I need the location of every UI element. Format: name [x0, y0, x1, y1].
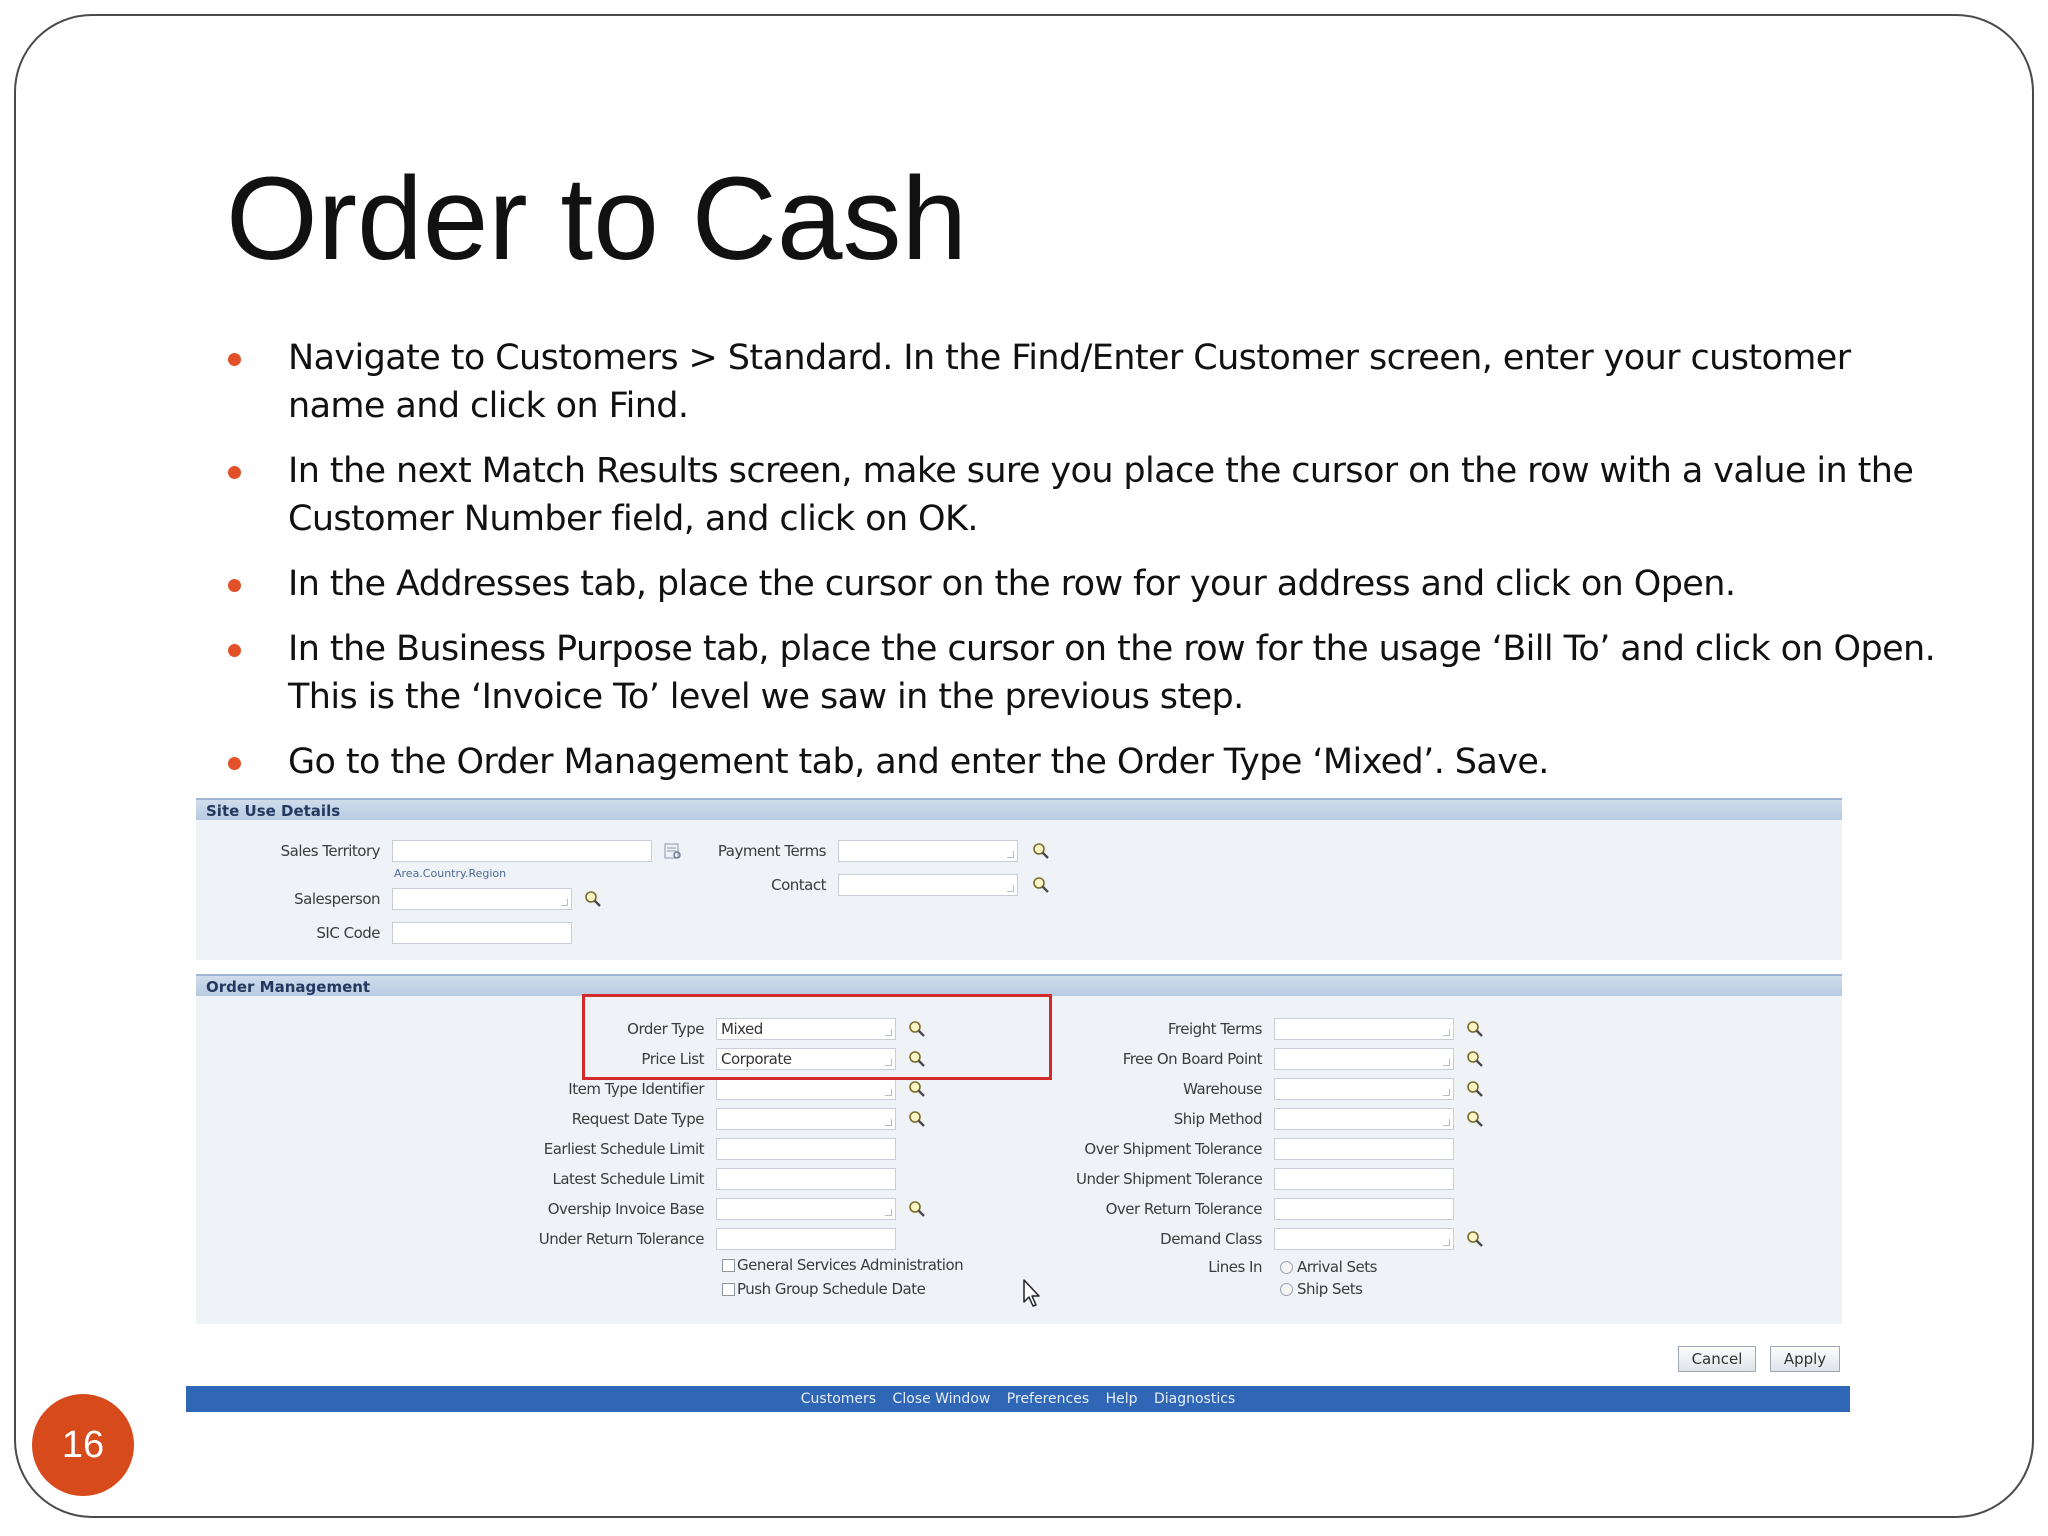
radio-icon [1280, 1261, 1293, 1274]
ship-sets-label: Ship Sets [1297, 1280, 1363, 1298]
earliest-schedule-limit-label: Earliest Schedule Limit [543, 1140, 705, 1158]
latest-schedule-limit-field[interactable] [716, 1168, 896, 1190]
gsa-label: General Services Administration [737, 1256, 964, 1274]
fob-point-label: Free On Board Point [1122, 1050, 1263, 1068]
cancel-button[interactable]: Cancel [1678, 1346, 1756, 1372]
radio-icon [1280, 1283, 1293, 1296]
footer-link-help[interactable]: Help [1106, 1391, 1138, 1407]
arrival-sets-radio[interactable]: Arrival Sets [1280, 1258, 1377, 1276]
footer-link-diagnostics[interactable]: Diagnostics [1154, 1391, 1235, 1407]
bullet-item: In the Addresses tab, place the cursor o… [226, 560, 1946, 608]
under-return-tolerance-field[interactable] [716, 1228, 896, 1250]
demand-class-field[interactable] [1274, 1228, 1454, 1250]
item-type-label: Item Type Identifier [568, 1080, 704, 1098]
search-icon[interactable] [906, 1108, 928, 1130]
search-icon[interactable] [1464, 1228, 1486, 1250]
arrival-sets-label: Arrival Sets [1297, 1258, 1377, 1276]
sales-territory-label: Sales Territory [280, 842, 381, 860]
checkbox-icon [722, 1283, 735, 1296]
over-return-tolerance-label: Over Return Tolerance [1105, 1200, 1263, 1218]
warehouse-label: Warehouse [1183, 1080, 1262, 1098]
bullet-dot-icon [228, 579, 241, 592]
ship-method-field[interactable] [1274, 1108, 1454, 1130]
warehouse-field[interactable] [1274, 1078, 1454, 1100]
bullet-dot-icon [228, 644, 241, 657]
apply-button[interactable]: Apply [1770, 1346, 1840, 1372]
order-type-highlight-box [582, 994, 1052, 1080]
search-icon[interactable] [906, 1078, 928, 1100]
under-shipment-tolerance-label: Under Shipment Tolerance [1076, 1170, 1263, 1188]
search-icon[interactable] [1464, 1018, 1486, 1040]
bullet-text: In the Business Purpose tab, place the c… [288, 629, 1936, 717]
footer-link-bar: Customers Close Window Preferences Help … [186, 1386, 1850, 1412]
bullet-dot-icon [228, 466, 241, 479]
checkbox-icon [722, 1259, 735, 1272]
slide-title: Order to Cash [226, 153, 968, 285]
salesperson-label: Salesperson [294, 890, 380, 908]
sales-territory-field[interactable] [392, 840, 652, 862]
bullet-item: Go to the Order Management tab, and ente… [226, 738, 1946, 786]
sic-code-field[interactable] [392, 922, 572, 944]
bullet-text: Navigate to Customers > Standard. In the… [288, 338, 1851, 426]
footer-link-preferences[interactable]: Preferences [1007, 1391, 1089, 1407]
bullet-item: In the Business Purpose tab, place the c… [226, 625, 1946, 721]
sic-code-label: SIC Code [316, 924, 380, 942]
gsa-checkbox[interactable]: General Services Administration [722, 1256, 964, 1274]
contact-label: Contact [771, 876, 826, 894]
push-group-label: Push Group Schedule Date [737, 1280, 926, 1298]
app-screenshot: Site Use Details Sales Territory Area.Co… [186, 790, 1850, 1416]
footer-link-customers[interactable]: Customers [801, 1391, 876, 1407]
freight-terms-field[interactable] [1274, 1018, 1454, 1040]
under-shipment-tolerance-field[interactable] [1274, 1168, 1454, 1190]
bullet-dot-icon [228, 757, 241, 770]
bullet-text: Go to the Order Management tab, and ente… [288, 742, 1549, 782]
bullet-list: Navigate to Customers > Standard. In the… [226, 334, 1946, 803]
request-date-type-label: Request Date Type [571, 1110, 705, 1128]
site-use-header: Site Use Details [196, 798, 1842, 820]
payment-terms-label: Payment Terms [717, 842, 827, 860]
earliest-schedule-limit-field[interactable] [716, 1138, 896, 1160]
bullet-text: In the next Match Results screen, make s… [288, 451, 1914, 539]
over-shipment-tolerance-field[interactable] [1274, 1138, 1454, 1160]
search-icon[interactable] [582, 888, 604, 910]
lines-in-label: Lines In [1208, 1258, 1262, 1276]
search-icon[interactable] [1030, 840, 1052, 862]
footer-link-close-window[interactable]: Close Window [893, 1391, 991, 1407]
freight-terms-label: Freight Terms [1167, 1020, 1263, 1038]
bullet-item: Navigate to Customers > Standard. In the… [226, 334, 1946, 430]
item-type-field[interactable] [716, 1078, 896, 1100]
fob-point-field[interactable] [1274, 1048, 1454, 1070]
salesperson-field[interactable] [392, 888, 572, 910]
over-return-tolerance-field[interactable] [1274, 1198, 1454, 1220]
bullet-dot-icon [228, 353, 241, 366]
bullet-item: In the next Match Results screen, make s… [226, 447, 1946, 543]
push-group-checkbox[interactable]: Push Group Schedule Date [722, 1280, 926, 1298]
demand-class-label: Demand Class [1160, 1230, 1262, 1248]
search-icon[interactable] [1464, 1048, 1486, 1070]
sales-territory-hint: Area.Country.Region [394, 867, 507, 880]
overship-invoice-base-label: Overship Invoice Base [547, 1200, 705, 1218]
over-shipment-tolerance-label: Over Shipment Tolerance [1084, 1140, 1262, 1158]
bullet-text: In the Addresses tab, place the cursor o… [288, 564, 1736, 604]
overship-invoice-base-field[interactable] [716, 1198, 896, 1220]
page-number-badge: 16 [32, 1394, 134, 1496]
site-use-panel: Site Use Details Sales Territory Area.Co… [196, 798, 1842, 960]
contact-field[interactable] [838, 874, 1018, 896]
payment-terms-field[interactable] [838, 840, 1018, 862]
search-icon[interactable] [906, 1198, 928, 1220]
under-return-tolerance-label: Under Return Tolerance [538, 1230, 705, 1248]
mouse-pointer-icon [1023, 1279, 1040, 1307]
search-icon[interactable] [1030, 874, 1052, 896]
latest-schedule-limit-label: Latest Schedule Limit [552, 1170, 704, 1188]
search-icon[interactable] [1464, 1078, 1486, 1100]
search-icon[interactable] [1464, 1108, 1486, 1130]
order-management-header: Order Management [196, 974, 1842, 996]
request-date-type-field[interactable] [716, 1108, 896, 1130]
ship-method-label: Ship Method [1173, 1110, 1263, 1128]
ship-sets-radio[interactable]: Ship Sets [1280, 1280, 1363, 1298]
